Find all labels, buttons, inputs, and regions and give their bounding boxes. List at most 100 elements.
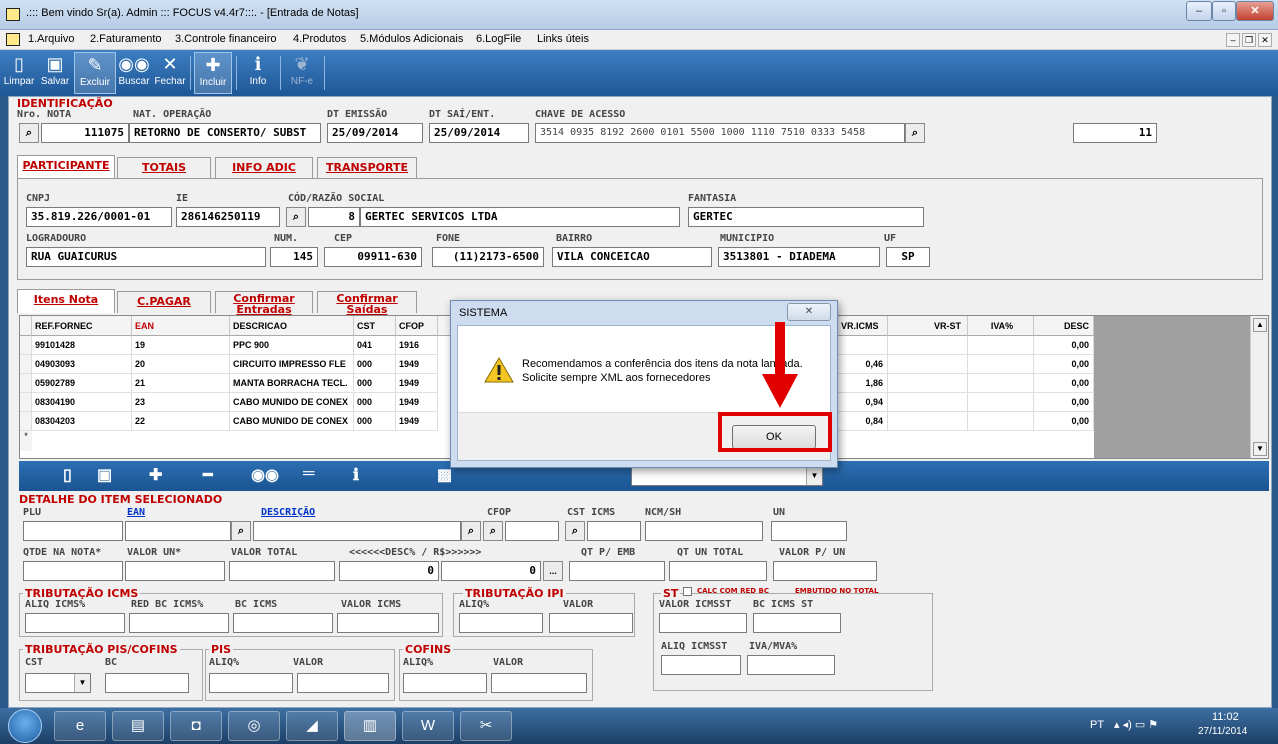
tab-transporte[interactable]: TRANSPORTE	[317, 157, 417, 179]
descricao-link[interactable]: DESCRIÇÃO	[261, 507, 315, 518]
search-item-icon[interactable]: ◉◉	[251, 465, 279, 485]
mdi-minimize-icon[interactable]: –	[1226, 33, 1240, 47]
num-field[interactable]: 145	[270, 247, 318, 267]
search-cst-button[interactable]: ⌕	[565, 521, 585, 541]
menu-logfile[interactable]: 6.LogFile	[476, 33, 521, 45]
nat-operacao-field[interactable]: RETORNO DE CONSERTO/ SUBST	[129, 123, 321, 143]
chevron-down-icon[interactable]: ▼	[806, 467, 822, 485]
cofins-aliq-field[interactable]	[403, 673, 487, 693]
valor-icms-field[interactable]	[337, 613, 439, 633]
minimize-icon[interactable]: –	[1186, 1, 1212, 21]
cnpj-field[interactable]: 35.819.226/0001-01	[26, 207, 172, 227]
aliq-ipi-field[interactable]	[459, 613, 543, 633]
ie-icon[interactable]: e	[54, 711, 106, 741]
nro-nota-field[interactable]: 111075	[41, 123, 129, 143]
info-button[interactable]: ℹ Info	[240, 52, 276, 94]
grid-scrollbar[interactable]: ▲ ▼	[1250, 316, 1268, 458]
uf-field[interactable]: SP	[886, 247, 930, 267]
excluir-button[interactable]: ✎ Excluir	[74, 52, 116, 94]
tab-participante[interactable]: PARTICIPANTE	[17, 155, 115, 179]
app-icon-5[interactable]: ◢	[286, 711, 338, 741]
valor-ipi-field[interactable]	[549, 613, 633, 633]
scroll-up-icon[interactable]: ▲	[1253, 318, 1267, 332]
ncm-sh-field[interactable]	[645, 521, 763, 541]
start-button[interactable]	[8, 709, 42, 743]
un-field[interactable]	[771, 521, 847, 541]
menu-produtos[interactable]: 4.Produtos	[293, 33, 346, 45]
cst-pis-select[interactable]: ▼	[25, 673, 91, 693]
qt-un-total-field[interactable]	[669, 561, 767, 581]
menu-links-uteis[interactable]: Links úteis	[537, 33, 589, 45]
cep-field[interactable]: 09911-630	[324, 247, 422, 267]
col-iva[interactable]: IVA%	[968, 316, 1034, 336]
limpar-button[interactable]: ▯ Limpar	[2, 52, 36, 94]
search-ean-button[interactable]: ⌕	[231, 521, 251, 541]
col-cst[interactable]: CST	[354, 316, 396, 336]
razao-social-field[interactable]: GERTEC SERVICOS LTDA	[360, 207, 680, 227]
chave-acesso-field[interactable]: 3514 0935 8192 2600 0101 5500 1000 1110 …	[535, 123, 905, 143]
clock-date[interactable]: 27/11/2014	[1198, 726, 1247, 737]
valor-total-field[interactable]	[229, 561, 335, 581]
plu-field[interactable]	[23, 521, 123, 541]
ean-link[interactable]: EAN	[127, 507, 145, 518]
aliq-icmsst-field[interactable]	[661, 655, 741, 675]
language-indicator[interactable]: PT	[1090, 719, 1104, 731]
fone-field[interactable]: (11)2173-6500	[432, 247, 544, 267]
salvar-button[interactable]: ▣ Salvar	[38, 52, 72, 94]
menu-controle-financeiro[interactable]: 3.Controle financeiro	[175, 33, 277, 45]
tab-confirmar-saidas[interactable]: Confirmar Saídas	[317, 291, 417, 315]
menu-arquivo[interactable]: 1.Arquivo	[28, 33, 74, 45]
valor-un-field[interactable]	[125, 561, 225, 581]
cofins-valor-field[interactable]	[491, 673, 587, 693]
menu-modulos-adicionais[interactable]: 5.Módulos Adicionais	[360, 33, 463, 45]
qtde-field[interactable]	[23, 561, 123, 581]
scroll-down-icon[interactable]: ▼	[1253, 442, 1267, 456]
desc-value-field[interactable]: 0	[441, 561, 541, 581]
remove-item-icon[interactable]: ━	[203, 465, 213, 485]
valor-icmsst-field[interactable]	[659, 613, 747, 633]
clock-time[interactable]: 11:02	[1212, 711, 1239, 723]
search-descricao-button[interactable]: ⌕	[461, 521, 481, 541]
incluir-button[interactable]: ✚ Incluir	[194, 52, 232, 94]
col-ref-fornec[interactable]: REF.FORNEC	[32, 316, 132, 336]
ie-field[interactable]: 286146250119	[176, 207, 280, 227]
aliq-icms-field[interactable]	[25, 613, 125, 633]
count-field[interactable]: 11	[1073, 123, 1157, 143]
close-icon[interactable]: ✕	[1236, 1, 1274, 21]
chevron-down-icon[interactable]: ▼	[74, 674, 90, 692]
valor-p-un-field[interactable]	[773, 561, 877, 581]
fantasia-field[interactable]: GERTEC	[688, 207, 924, 227]
tool-icon[interactable]: ✂	[460, 711, 512, 741]
window-titlebar[interactable]: .::: Bem vindo Sr(a). Admin ::: FOCUS v4…	[0, 0, 1278, 30]
dt-sai-ent-field[interactable]: 25/09/2014	[429, 123, 529, 143]
desc-pct-field[interactable]: 0	[339, 561, 439, 581]
search-participante-button[interactable]: ⌕	[286, 207, 306, 227]
tab-totais[interactable]: TOTAIS	[117, 157, 211, 179]
search-nota-button[interactable]: ⌕	[19, 123, 39, 143]
box-icon[interactable]: ▩	[437, 465, 452, 485]
col-ean[interactable]: EAN	[132, 316, 230, 336]
municipio-field[interactable]: 3513801 - DIADEMA	[718, 247, 880, 267]
equals-icon[interactable]: ═	[303, 465, 314, 483]
col-desc[interactable]: DESC	[1034, 316, 1094, 336]
search-cfop-button[interactable]: ⌕	[483, 521, 503, 541]
save-item-icon[interactable]: ▣	[97, 465, 112, 485]
tray-icons[interactable]: ▴ ◂) ▭ ⚑	[1114, 718, 1158, 731]
pis-aliq-field[interactable]	[209, 673, 293, 693]
grid-filter-select[interactable]: ▼	[631, 466, 823, 486]
tab-confirmar-entradas[interactable]: Confirmar Entradas	[215, 291, 313, 315]
iva-mva-field[interactable]	[747, 655, 835, 675]
new-item-icon[interactable]: ▯	[63, 465, 72, 485]
chrome-icon[interactable]: ◎	[228, 711, 280, 741]
col-cfop[interactable]: CFOP	[396, 316, 438, 336]
fechar-button[interactable]: ✕ Fechar	[152, 52, 188, 94]
red-bc-icms-field[interactable]	[129, 613, 229, 633]
word-icon[interactable]: W	[402, 711, 454, 741]
mdi-restore-icon[interactable]: ❐	[1242, 33, 1256, 47]
ean-field[interactable]	[125, 521, 231, 541]
focus-app-icon[interactable]: ▥	[344, 711, 396, 741]
search-chave-button[interactable]: ⌕	[905, 123, 925, 143]
descricao-field[interactable]	[253, 521, 461, 541]
tab-c-pagar[interactable]: C.PAGAR	[117, 291, 211, 313]
info-item-icon[interactable]: ℹ	[353, 465, 359, 485]
